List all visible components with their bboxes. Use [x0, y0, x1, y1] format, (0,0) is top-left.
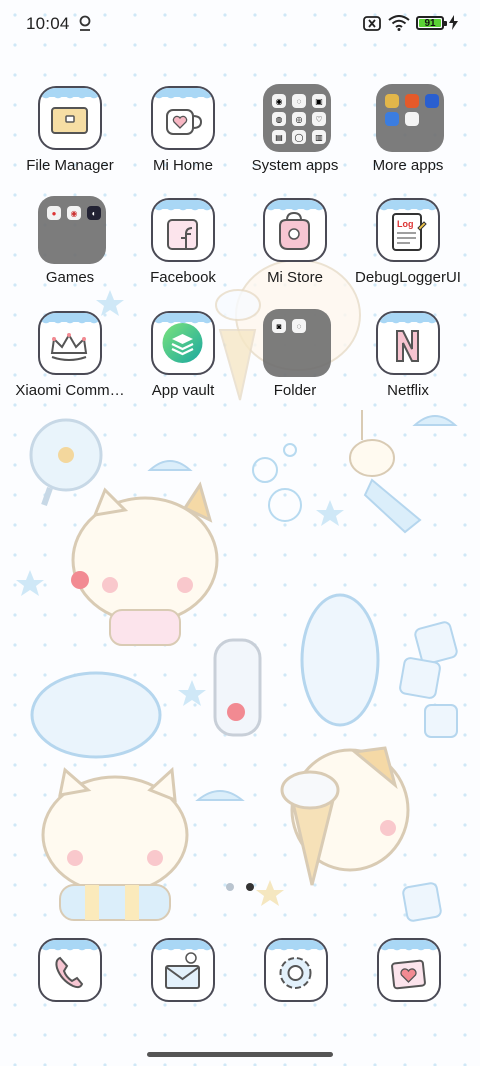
stack-layers-icon	[151, 311, 215, 375]
app-app-vault[interactable]: App vault	[125, 311, 241, 421]
app-netflix[interactable]: Netflix	[350, 311, 466, 421]
app-label: File Manager	[26, 157, 114, 174]
phone-icon	[38, 938, 102, 1002]
app-file-manager[interactable]: File Manager	[12, 86, 128, 196]
home-gesture-bar[interactable]	[147, 1052, 333, 1057]
app-folder-games[interactable]: ● ◉ ◐ Games	[12, 196, 128, 308]
dock-settings[interactable]	[264, 938, 328, 1002]
app-label: More apps	[372, 157, 444, 174]
app-debuglogger[interactable]: Log DebugLoggerUI	[350, 198, 466, 308]
app-mi-store[interactable]: Mi Store	[237, 198, 353, 308]
signal-off-icon	[363, 16, 381, 36]
dock-phone[interactable]	[38, 938, 102, 1002]
status-time: 10:04	[26, 14, 70, 33]
folder-group-icon: ◉ ◌ ▣ ◍ ◎ ♡ ▤ ◯ ▥	[263, 84, 331, 152]
app-folder-more-apps[interactable]: More apps	[350, 84, 466, 196]
log-notepad-icon: Log	[376, 198, 440, 262]
page-indicator[interactable]	[224, 883, 264, 895]
crown-icon	[38, 311, 102, 375]
folder-group-icon: ● ◉ ◐	[38, 196, 106, 264]
page-dot-1	[226, 883, 234, 891]
wifi-icon	[388, 15, 410, 36]
app-xiaomi-community[interactable]: Xiaomi Comm…	[12, 311, 128, 421]
app-label: Xiaomi Comm…	[15, 382, 125, 399]
app-label: Mi Home	[152, 157, 213, 174]
gear-icon	[264, 938, 328, 1002]
page-dot-2-active	[246, 883, 254, 891]
app-mi-home[interactable]: Mi Home	[125, 86, 241, 196]
battery-icon: 91	[416, 16, 447, 30]
app-label: System apps	[251, 157, 339, 174]
folder-icon	[38, 86, 102, 150]
facebook-icon	[151, 198, 215, 262]
app-label: Games	[45, 269, 95, 286]
app-folder-system-apps[interactable]: ◉ ◌ ▣ ◍ ◎ ♡ ▤ ◯ ▥ System apps	[237, 84, 353, 196]
battery-level: 91	[424, 18, 436, 29]
dock-messages[interactable]	[151, 938, 215, 1002]
shopping-bag-icon	[263, 198, 327, 262]
folder-group-icon: ◙ ◌	[263, 309, 331, 377]
photo-heart-icon	[377, 938, 441, 1002]
app-label: Netflix	[387, 382, 429, 399]
envelope-icon	[151, 938, 215, 1002]
dock-gallery[interactable]	[377, 938, 441, 1002]
svg-text:Log: Log	[397, 219, 414, 229]
folder-group-icon	[376, 84, 444, 152]
app-label: Mi Store	[267, 269, 323, 286]
status-bar: 10:04 91	[0, 0, 480, 46]
app-folder[interactable]: ◙ ◌ Folder	[237, 309, 353, 421]
app-label: App vault	[151, 382, 215, 399]
netflix-n-icon	[376, 311, 440, 375]
mug-heart-icon	[151, 86, 215, 150]
charging-icon	[449, 15, 458, 35]
app-label: Folder	[273, 382, 317, 399]
app-facebook[interactable]: Facebook	[125, 198, 241, 308]
notification-location-icon	[78, 15, 92, 37]
app-label: DebugLoggerUI	[355, 269, 461, 286]
app-label: Facebook	[150, 269, 216, 286]
